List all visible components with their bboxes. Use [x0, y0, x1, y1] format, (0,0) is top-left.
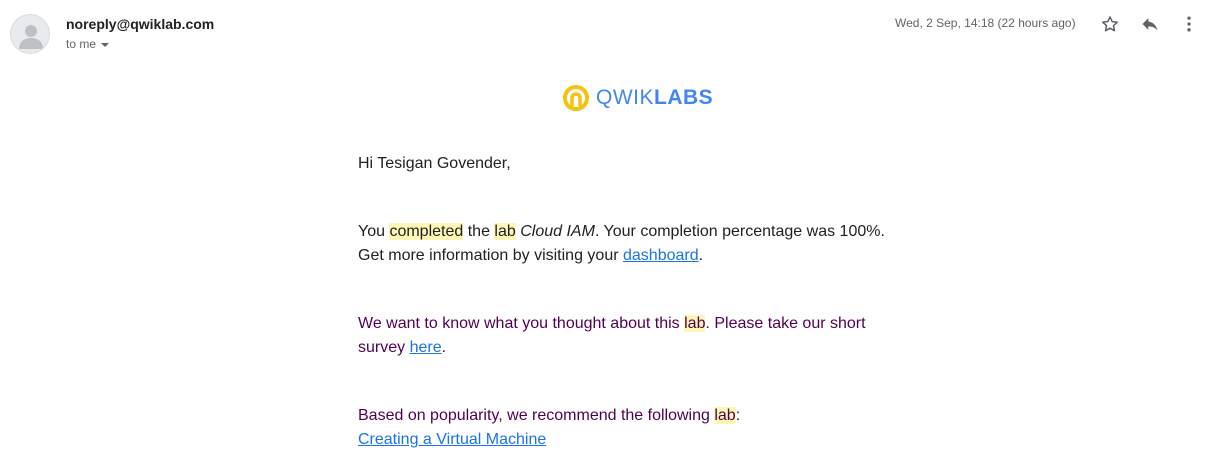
star-icon [1102, 16, 1118, 32]
survey-link[interactable]: here [410, 339, 442, 356]
reply-icon [1142, 18, 1158, 31]
sender-avatar[interactable] [10, 14, 50, 54]
more-options-button[interactable] [1177, 12, 1201, 36]
logo-text-labs: LABS [654, 86, 714, 109]
qwiklabs-logo-icon [563, 85, 589, 111]
highlight-lab: lab [684, 315, 706, 332]
text-segment: the [463, 223, 495, 240]
lab-name: Cloud IAM [520, 223, 595, 240]
text-segment: survey [358, 339, 410, 356]
sender-email: noreply@qwiklab.com [66, 16, 215, 32]
reply-button[interactable] [1138, 12, 1162, 36]
chevron-down-icon [101, 42, 110, 47]
highlight-completed: completed [389, 223, 464, 240]
text-segment: . [441, 339, 447, 356]
qwiklabs-logo: QWIKLABS [562, 84, 713, 112]
recipient-dropdown[interactable]: to me [66, 37, 110, 51]
text-segment: . [698, 247, 704, 264]
text-segment: Based on popularity, we recommend the fo… [358, 407, 715, 424]
text-segment: . Your completion percentage was 100%. [594, 223, 885, 240]
recipient-label: to me [66, 37, 97, 51]
recommended-lab-link[interactable]: Creating a Virtual Machine [358, 431, 546, 448]
star-button[interactable] [1098, 12, 1122, 36]
highlight-lab: lab [494, 223, 516, 240]
text-segment: : [735, 407, 741, 424]
text-segment: You [358, 223, 390, 240]
survey-paragraph: We want to know what you thought about t… [358, 312, 918, 360]
greeting: Hi Tesigan Govender, [358, 155, 511, 172]
more-vert-icon [1187, 16, 1191, 32]
logo-text-qwik: QWIK [596, 86, 654, 109]
recommendation-paragraph: Based on popularity, we recommend the fo… [358, 404, 918, 452]
text-segment: We want to know what you thought about t… [358, 315, 685, 332]
dashboard-link[interactable]: dashboard [623, 247, 699, 264]
avatar-person-icon [19, 25, 43, 49]
highlight-lab: lab [714, 407, 736, 424]
text-segment: Get more information by visiting your [358, 247, 623, 264]
message-date: Wed, 2 Sep, 14:18 (22 hours ago) [895, 16, 1076, 30]
message-body: Hi Tesigan Govender, You completed the l… [358, 152, 918, 448]
text-segment: . Please take our short [705, 315, 866, 332]
completion-paragraph: You completed the lab Cloud IAM. Your co… [358, 220, 918, 268]
